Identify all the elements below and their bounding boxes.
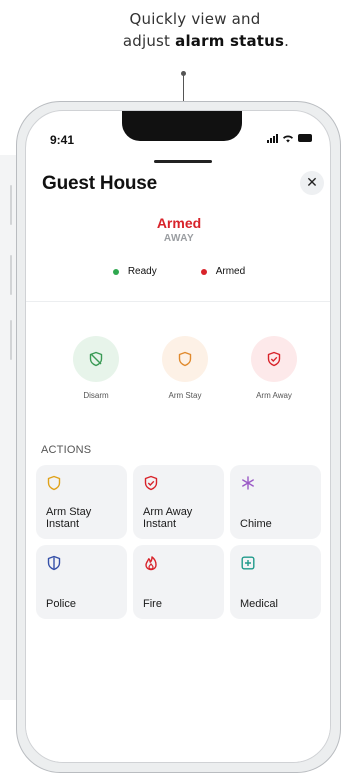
actions-heading: ACTIONS: [41, 444, 92, 456]
disarm-label: Disarm: [83, 391, 109, 400]
caption-line-2: adjust alarm status.: [0, 30, 348, 52]
shield-icon: [47, 475, 61, 491]
action-label-line: Medical: [240, 598, 278, 610]
action-label: Arm Stay Instant: [46, 506, 117, 530]
action-label-spacer: [143, 586, 214, 598]
arm-stay-circle: [162, 336, 208, 382]
background-marker: [10, 255, 12, 295]
phone-frame: 9:41 Guest House ✕ Armed AWAY Ready Arme…: [16, 101, 341, 773]
action-label-spacer: [240, 506, 311, 518]
wifi-icon: [283, 134, 293, 142]
close-button[interactable]: ✕: [300, 171, 324, 195]
action-label: Medical: [240, 586, 311, 610]
caption-suffix: .: [284, 32, 290, 50]
caption-prefix: adjust: [122, 32, 171, 50]
phone-screen: 9:41 Guest House ✕ Armed AWAY Ready Arme…: [25, 110, 331, 763]
status-time: 9:41: [50, 133, 75, 147]
action-label-line: Instant: [143, 518, 177, 530]
action-label-line: Arm Stay: [46, 506, 92, 518]
status-icons: [267, 133, 312, 143]
shield-slash-icon: [89, 351, 103, 367]
chime-icon: [242, 476, 254, 490]
location-title: Guest House: [42, 173, 157, 194]
signal-icon: [267, 133, 278, 143]
action-label: Arm Away Instant: [143, 506, 214, 530]
action-arm-stay-instant[interactable]: Arm Stay Instant: [36, 465, 127, 539]
action-medical[interactable]: Medical: [230, 545, 321, 619]
armed-dot-icon: [200, 268, 207, 275]
arm-away-circle: [251, 336, 297, 382]
police-shield-icon: [47, 555, 61, 571]
action-label-spacer: [46, 586, 117, 598]
action-label-line: Arm Away: [143, 506, 193, 518]
ready-dot-icon: [112, 268, 119, 275]
legend-label-armed: Armed: [215, 266, 246, 277]
sheet-grabber[interactable]: [154, 160, 212, 163]
medical-plus-icon: [241, 556, 255, 570]
action-label-line: Police: [46, 598, 76, 610]
action-label: Chime: [240, 506, 311, 530]
legend-item-ready: Ready: [112, 266, 157, 277]
action-label: Fire: [143, 586, 214, 610]
action-label-spacer: [240, 586, 311, 598]
action-chime[interactable]: Chime: [230, 465, 321, 539]
shield-icon: [178, 351, 192, 367]
battery-icon: [298, 134, 312, 142]
caption-line-1: Quickly view and: [129, 10, 261, 28]
disarm-circle: [73, 336, 119, 382]
action-police[interactable]: Police: [36, 545, 127, 619]
alarm-sheet: Guest House ✕ Armed AWAY Ready Armed Dis…: [26, 155, 330, 762]
fire-icon: [145, 556, 157, 571]
arm-stay-label: Arm Stay: [168, 391, 202, 400]
arm-away-label: Arm Away: [256, 391, 292, 400]
action-label: Police: [46, 586, 117, 610]
background-marker: [10, 185, 12, 225]
arm-stay-button[interactable]: Arm Stay: [140, 336, 230, 400]
action-fire[interactable]: Fire: [133, 545, 224, 619]
phone-notch: [122, 111, 242, 141]
action-label-line: Instant: [46, 518, 80, 530]
legend-label-ready: Ready: [127, 266, 157, 277]
legend-item-armed: Armed: [200, 266, 246, 277]
alarm-mode: AWAY: [163, 233, 195, 244]
alarm-state: Armed: [156, 215, 202, 231]
status-legend: Ready Armed: [26, 266, 330, 277]
shield-check-icon: [144, 475, 158, 491]
arm-away-button[interactable]: Arm Away: [229, 336, 319, 400]
section-divider: [26, 301, 330, 302]
action-label-line: Chime: [240, 518, 272, 530]
action-arm-away-instant[interactable]: Arm Away Instant: [133, 465, 224, 539]
shield-check-icon: [267, 351, 281, 367]
action-label-line: Fire: [143, 598, 162, 610]
background-marker: [10, 320, 12, 360]
feature-caption: Quickly view and adjust alarm status.: [0, 8, 348, 52]
caption-bold: alarm status: [175, 32, 285, 50]
disarm-button[interactable]: Disarm: [51, 336, 141, 400]
close-icon: ✕: [306, 175, 318, 191]
